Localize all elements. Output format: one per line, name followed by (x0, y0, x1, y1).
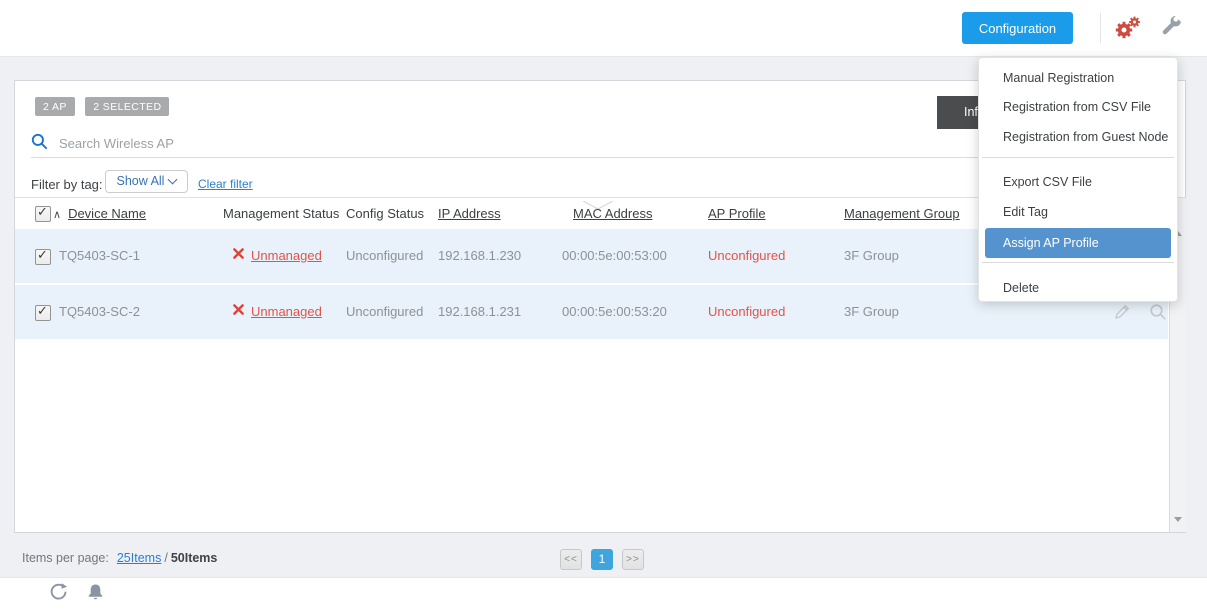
header-device-name[interactable]: ∧ Device Name (53, 198, 146, 229)
items-per-page-label: Items per page: (22, 551, 109, 565)
checkmark-icon: ✓ (37, 304, 48, 318)
footer-bar (0, 577, 1207, 610)
notifications-bell-icon[interactable] (85, 582, 107, 604)
cell-ip-address: 192.168.1.231 (438, 285, 521, 339)
selected-count-badge: 2 SELECTED (85, 97, 169, 116)
chevron-down-icon (168, 175, 178, 185)
cell-management-group: 3F Group (844, 229, 899, 283)
next-page-button[interactable]: >> (622, 549, 644, 570)
unmanaged-x-icon (233, 284, 244, 338)
configuration-button[interactable]: Configuration (962, 12, 1073, 44)
menu-divider (982, 157, 1174, 158)
menu-item-registration-from-guest-node[interactable]: Registration from Guest Node (979, 126, 1177, 148)
unmanaged-link[interactable]: Unmanaged (251, 248, 322, 263)
menu-divider (982, 262, 1174, 263)
cell-ap-profile: Unconfigured (708, 285, 785, 339)
header-ap-profile[interactable]: AP Profile (708, 198, 766, 229)
page-size-link[interactable]: 25Items (117, 551, 161, 565)
menu-item-registration-from-csv-file[interactable]: Registration from CSV File (979, 96, 1177, 118)
total-items-label: 50Items (171, 551, 218, 565)
filter-by-tag-label: Filter by tag: (31, 173, 103, 196)
cell-management-status: Unmanaged (233, 285, 322, 339)
cell-management-status: Unmanaged (233, 229, 322, 283)
menu-item-delete[interactable]: Delete (979, 277, 1177, 299)
cell-config-status: Unconfigured (346, 285, 423, 339)
search-icon (31, 133, 48, 155)
tag-filter-dropdown[interactable]: Show All (105, 170, 188, 193)
menu-item-manual-registration[interactable]: Manual Registration (979, 67, 1177, 89)
clear-filter-link[interactable]: Clear filter (198, 173, 253, 196)
cell-mac-address: 00:00:5e:00:53:20 (562, 285, 667, 339)
previous-page-button[interactable]: << (560, 549, 582, 570)
header-management-status: Management Status (223, 198, 339, 229)
cell-ap-profile: Unconfigured (708, 229, 785, 283)
count-badges: 2 AP 2 SELECTED (35, 97, 175, 116)
unmanaged-link[interactable]: Unmanaged (251, 304, 322, 319)
tag-filter-value: Show All (117, 174, 165, 188)
screen: Configuration (0, 0, 1207, 609)
topbar-divider (1100, 13, 1101, 43)
menu-item-edit-tag[interactable]: Edit Tag (979, 201, 1177, 223)
current-page-button[interactable]: 1 (591, 549, 613, 570)
checkmark-icon: ✓ (37, 248, 48, 262)
row-checkbox[interactable]: ✓ (35, 249, 51, 265)
cell-management-group: 3F Group (844, 285, 899, 339)
menu-item-export-csv-file[interactable]: Export CSV File (979, 171, 1177, 193)
header-ip-address[interactable]: IP Address (438, 198, 501, 229)
sort-asc-icon: ∧ (53, 200, 61, 231)
items-per-page: Items per page: 25Items/ 50Items (22, 551, 217, 565)
configuration-dropdown-menu: Manual Registration Registration from CS… (978, 57, 1178, 302)
select-all-checkbox[interactable]: ✓ (35, 206, 51, 222)
cell-device-name: TQ5403-SC-1 (59, 229, 140, 283)
refresh-icon[interactable] (48, 582, 70, 604)
separator: / (164, 551, 167, 565)
header-device-name-label[interactable]: Device Name (68, 206, 146, 221)
settings-gears-icon[interactable] (1113, 15, 1141, 41)
cell-device-name: TQ5403-SC-2 (59, 285, 140, 339)
scroll-down-icon[interactable] (1174, 517, 1182, 522)
menu-item-assign-ap-profile[interactable]: Assign AP Profile (985, 228, 1171, 258)
cell-ip-address: 192.168.1.230 (438, 229, 521, 283)
header-config-status: Config Status (346, 198, 424, 229)
inspect-magnifier-icon[interactable] (1149, 303, 1167, 324)
edit-pencil-icon[interactable] (1113, 302, 1132, 324)
unmanaged-x-icon (233, 228, 244, 282)
ap-count-badge: 2 AP (35, 97, 75, 116)
cell-mac-address: 00:00:5e:00:53:00 (562, 229, 667, 283)
tools-wrench-icon[interactable] (1159, 15, 1183, 39)
header-management-group[interactable]: Management Group (844, 198, 960, 229)
checkmark-icon: ✓ (37, 205, 48, 219)
row-checkbox[interactable]: ✓ (35, 305, 51, 321)
top-bar: Configuration (0, 0, 1207, 57)
cell-config-status: Unconfigured (346, 229, 423, 283)
header-mac-address[interactable]: MAC Address (573, 198, 652, 229)
